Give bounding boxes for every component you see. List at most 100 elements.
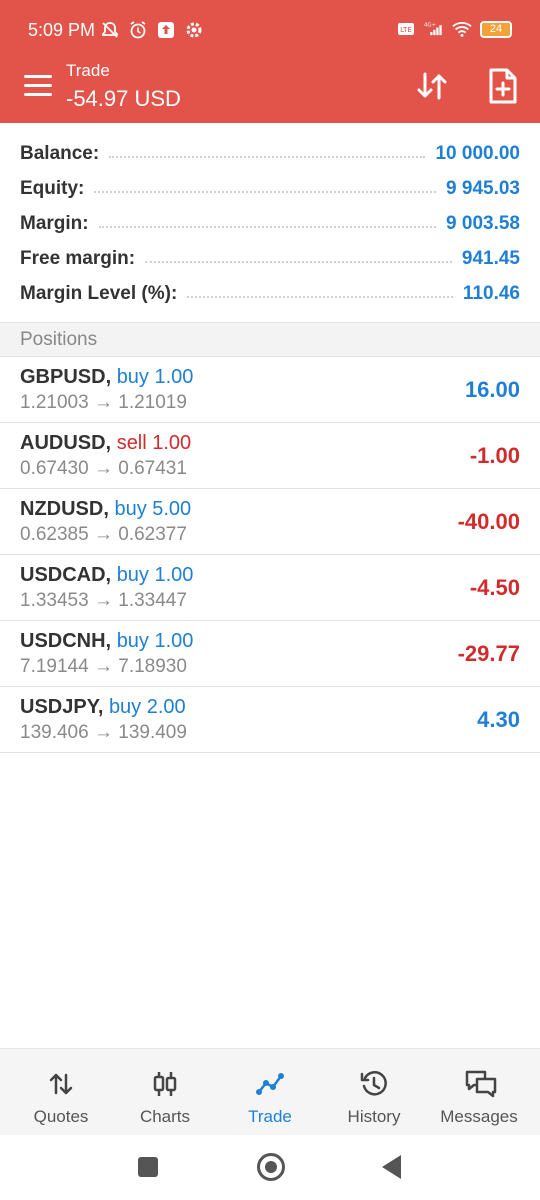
nav-label: Quotes bbox=[33, 1107, 89, 1126]
summary-value: 110.46 bbox=[462, 282, 520, 304]
position-profit: 4.30 bbox=[477, 707, 520, 732]
system-navigation-bar bbox=[0, 1135, 540, 1200]
position-side: buy 1.00 bbox=[116, 366, 194, 388]
arrow-icon: → bbox=[93, 722, 113, 743]
nav-item-quotes[interactable]: Quotes bbox=[7, 1049, 115, 1136]
quotes-icon bbox=[46, 1069, 76, 1099]
nav-label: Charts bbox=[139, 1107, 191, 1126]
dotted-leader bbox=[98, 225, 437, 228]
position-profit: -29.77 bbox=[457, 641, 520, 666]
position-side: buy 1.00 bbox=[116, 630, 194, 652]
summary-label: Margin Level (%): bbox=[20, 282, 178, 304]
floating-profit: -54.97 USD bbox=[66, 86, 181, 111]
battery-icon: 24 bbox=[480, 20, 512, 38]
position-profit: -4.50 bbox=[469, 575, 520, 600]
open-price: 0.67430 bbox=[20, 458, 89, 479]
current-price: 0.62377 bbox=[118, 524, 187, 545]
position-prices: 1.21003 → 1.21019 bbox=[20, 392, 187, 414]
account-summary: Balance: 10 000.00 Equity: 9 945.03 Marg… bbox=[0, 136, 540, 311]
home-icon[interactable] bbox=[257, 1153, 285, 1181]
position-prices: 139.406 → 139.409 bbox=[20, 722, 187, 744]
dotted-leader bbox=[94, 190, 437, 193]
position-side: buy 5.00 bbox=[114, 498, 192, 520]
menu-icon[interactable] bbox=[24, 75, 52, 97]
position-row[interactable]: USDCAD, buy 1.00 1.33453 → 1.33447 -4.50 bbox=[0, 555, 540, 621]
open-price: 139.406 bbox=[20, 722, 89, 743]
back-icon[interactable] bbox=[382, 1155, 401, 1179]
summary-label: Margin: bbox=[20, 212, 89, 234]
nav-item-history[interactable]: History bbox=[320, 1049, 428, 1136]
position-profit: -1.00 bbox=[469, 443, 520, 468]
nav-item-messages[interactable]: Messages bbox=[425, 1049, 533, 1136]
signal-4g-icon: 4G+ bbox=[424, 19, 444, 39]
position-symbol: USDJPY, bbox=[20, 696, 104, 718]
position-row[interactable]: USDCNH, buy 1.00 7.19144 → 7.18930 -29.7… bbox=[0, 621, 540, 687]
summary-value: 10 000.00 bbox=[435, 142, 520, 164]
position-title: NZDUSD, buy 5.00 bbox=[20, 498, 191, 521]
arrow-icon: → bbox=[93, 524, 113, 545]
position-title: AUDUSD, sell 1.00 bbox=[20, 432, 191, 455]
open-price: 1.21003 bbox=[20, 392, 89, 413]
open-price: 1.33453 bbox=[20, 590, 89, 611]
position-row[interactable]: AUDUSD, sell 1.00 0.67430 → 0.67431 -1.0… bbox=[0, 423, 540, 489]
summary-value: 9 003.58 bbox=[446, 212, 520, 234]
history-icon bbox=[359, 1069, 389, 1099]
arrow-icon: → bbox=[93, 392, 113, 413]
position-title: USDJPY, buy 2.00 bbox=[20, 696, 186, 719]
messages-icon bbox=[464, 1069, 497, 1099]
position-title: USDCNH, buy 1.00 bbox=[20, 630, 193, 653]
nav-item-trade[interactable]: Trade bbox=[216, 1049, 324, 1136]
status-bar: 5:09 PM LTE 4G+ 24 bbox=[0, 0, 540, 58]
current-price: 1.21019 bbox=[118, 392, 187, 413]
top-bar: 5:09 PM LTE 4G+ 24 Trade -54.97 USD bbox=[0, 0, 540, 123]
status-time: 5:09 PM bbox=[28, 20, 96, 40]
open-price: 0.62385 bbox=[20, 524, 89, 545]
new-order-icon[interactable] bbox=[486, 67, 520, 105]
nav-label: Trade bbox=[248, 1107, 292, 1126]
dotted-leader bbox=[145, 260, 452, 263]
summary-row-margin-level: Margin Level (%): 110.46 bbox=[0, 276, 540, 311]
summary-row-margin: Margin: 9 003.58 bbox=[0, 206, 540, 241]
bottom-navigation: Quotes Charts Trade History Messages bbox=[0, 1048, 540, 1135]
position-profit: 16.00 bbox=[464, 377, 520, 402]
current-price: 1.33447 bbox=[118, 590, 187, 611]
status-left-icons bbox=[100, 20, 204, 40]
position-symbol: GBPUSD, bbox=[20, 366, 112, 388]
current-price: 7.18930 bbox=[118, 656, 187, 677]
summary-value: 9 945.03 bbox=[446, 177, 520, 199]
positions-list: GBPUSD, buy 1.00 1.21003 → 1.21019 16.00… bbox=[0, 357, 540, 753]
mute-icon bbox=[100, 20, 120, 40]
upload-icon bbox=[156, 20, 176, 40]
summary-row-free-margin: Free margin: 941.45 bbox=[0, 241, 540, 276]
charts-icon bbox=[150, 1069, 180, 1099]
summary-row-balance: Balance: 10 000.00 bbox=[0, 136, 540, 171]
volte-icon: LTE bbox=[396, 19, 416, 39]
settings-icon bbox=[184, 20, 204, 40]
nav-item-charts[interactable]: Charts bbox=[111, 1049, 219, 1136]
position-row[interactable]: NZDUSD, buy 5.00 0.62385 → 0.62377 -40.0… bbox=[0, 489, 540, 555]
open-price: 7.19144 bbox=[20, 656, 89, 677]
svg-text:LTE: LTE bbox=[400, 26, 412, 34]
position-symbol: NZDUSD, bbox=[20, 498, 109, 520]
arrow-icon: → bbox=[93, 458, 113, 479]
position-row[interactable]: USDJPY, buy 2.00 139.406 → 139.409 4.30 bbox=[0, 687, 540, 753]
recent-apps-icon[interactable] bbox=[138, 1157, 158, 1177]
sort-icon[interactable] bbox=[414, 68, 450, 104]
summary-label: Equity: bbox=[20, 177, 85, 199]
alarm-icon bbox=[128, 20, 148, 40]
wifi-icon bbox=[452, 19, 472, 39]
nav-label: History bbox=[347, 1107, 401, 1126]
summary-label: Free margin: bbox=[20, 247, 136, 269]
dotted-leader bbox=[187, 295, 453, 298]
summary-value: 941.45 bbox=[461, 247, 520, 269]
position-symbol: AUDUSD, bbox=[20, 432, 112, 454]
dotted-leader bbox=[109, 155, 426, 158]
position-title: GBPUSD, buy 1.00 bbox=[20, 366, 193, 389]
arrow-icon: → bbox=[93, 590, 113, 611]
position-row[interactable]: GBPUSD, buy 1.00 1.21003 → 1.21019 16.00 bbox=[0, 357, 540, 423]
svg-text:4G+: 4G+ bbox=[424, 23, 436, 29]
position-symbol: USDCNH, bbox=[20, 630, 112, 652]
current-price: 0.67431 bbox=[118, 458, 187, 479]
positions-section-header: Positions bbox=[0, 322, 540, 357]
app-header: Trade -54.97 USD bbox=[0, 58, 540, 123]
